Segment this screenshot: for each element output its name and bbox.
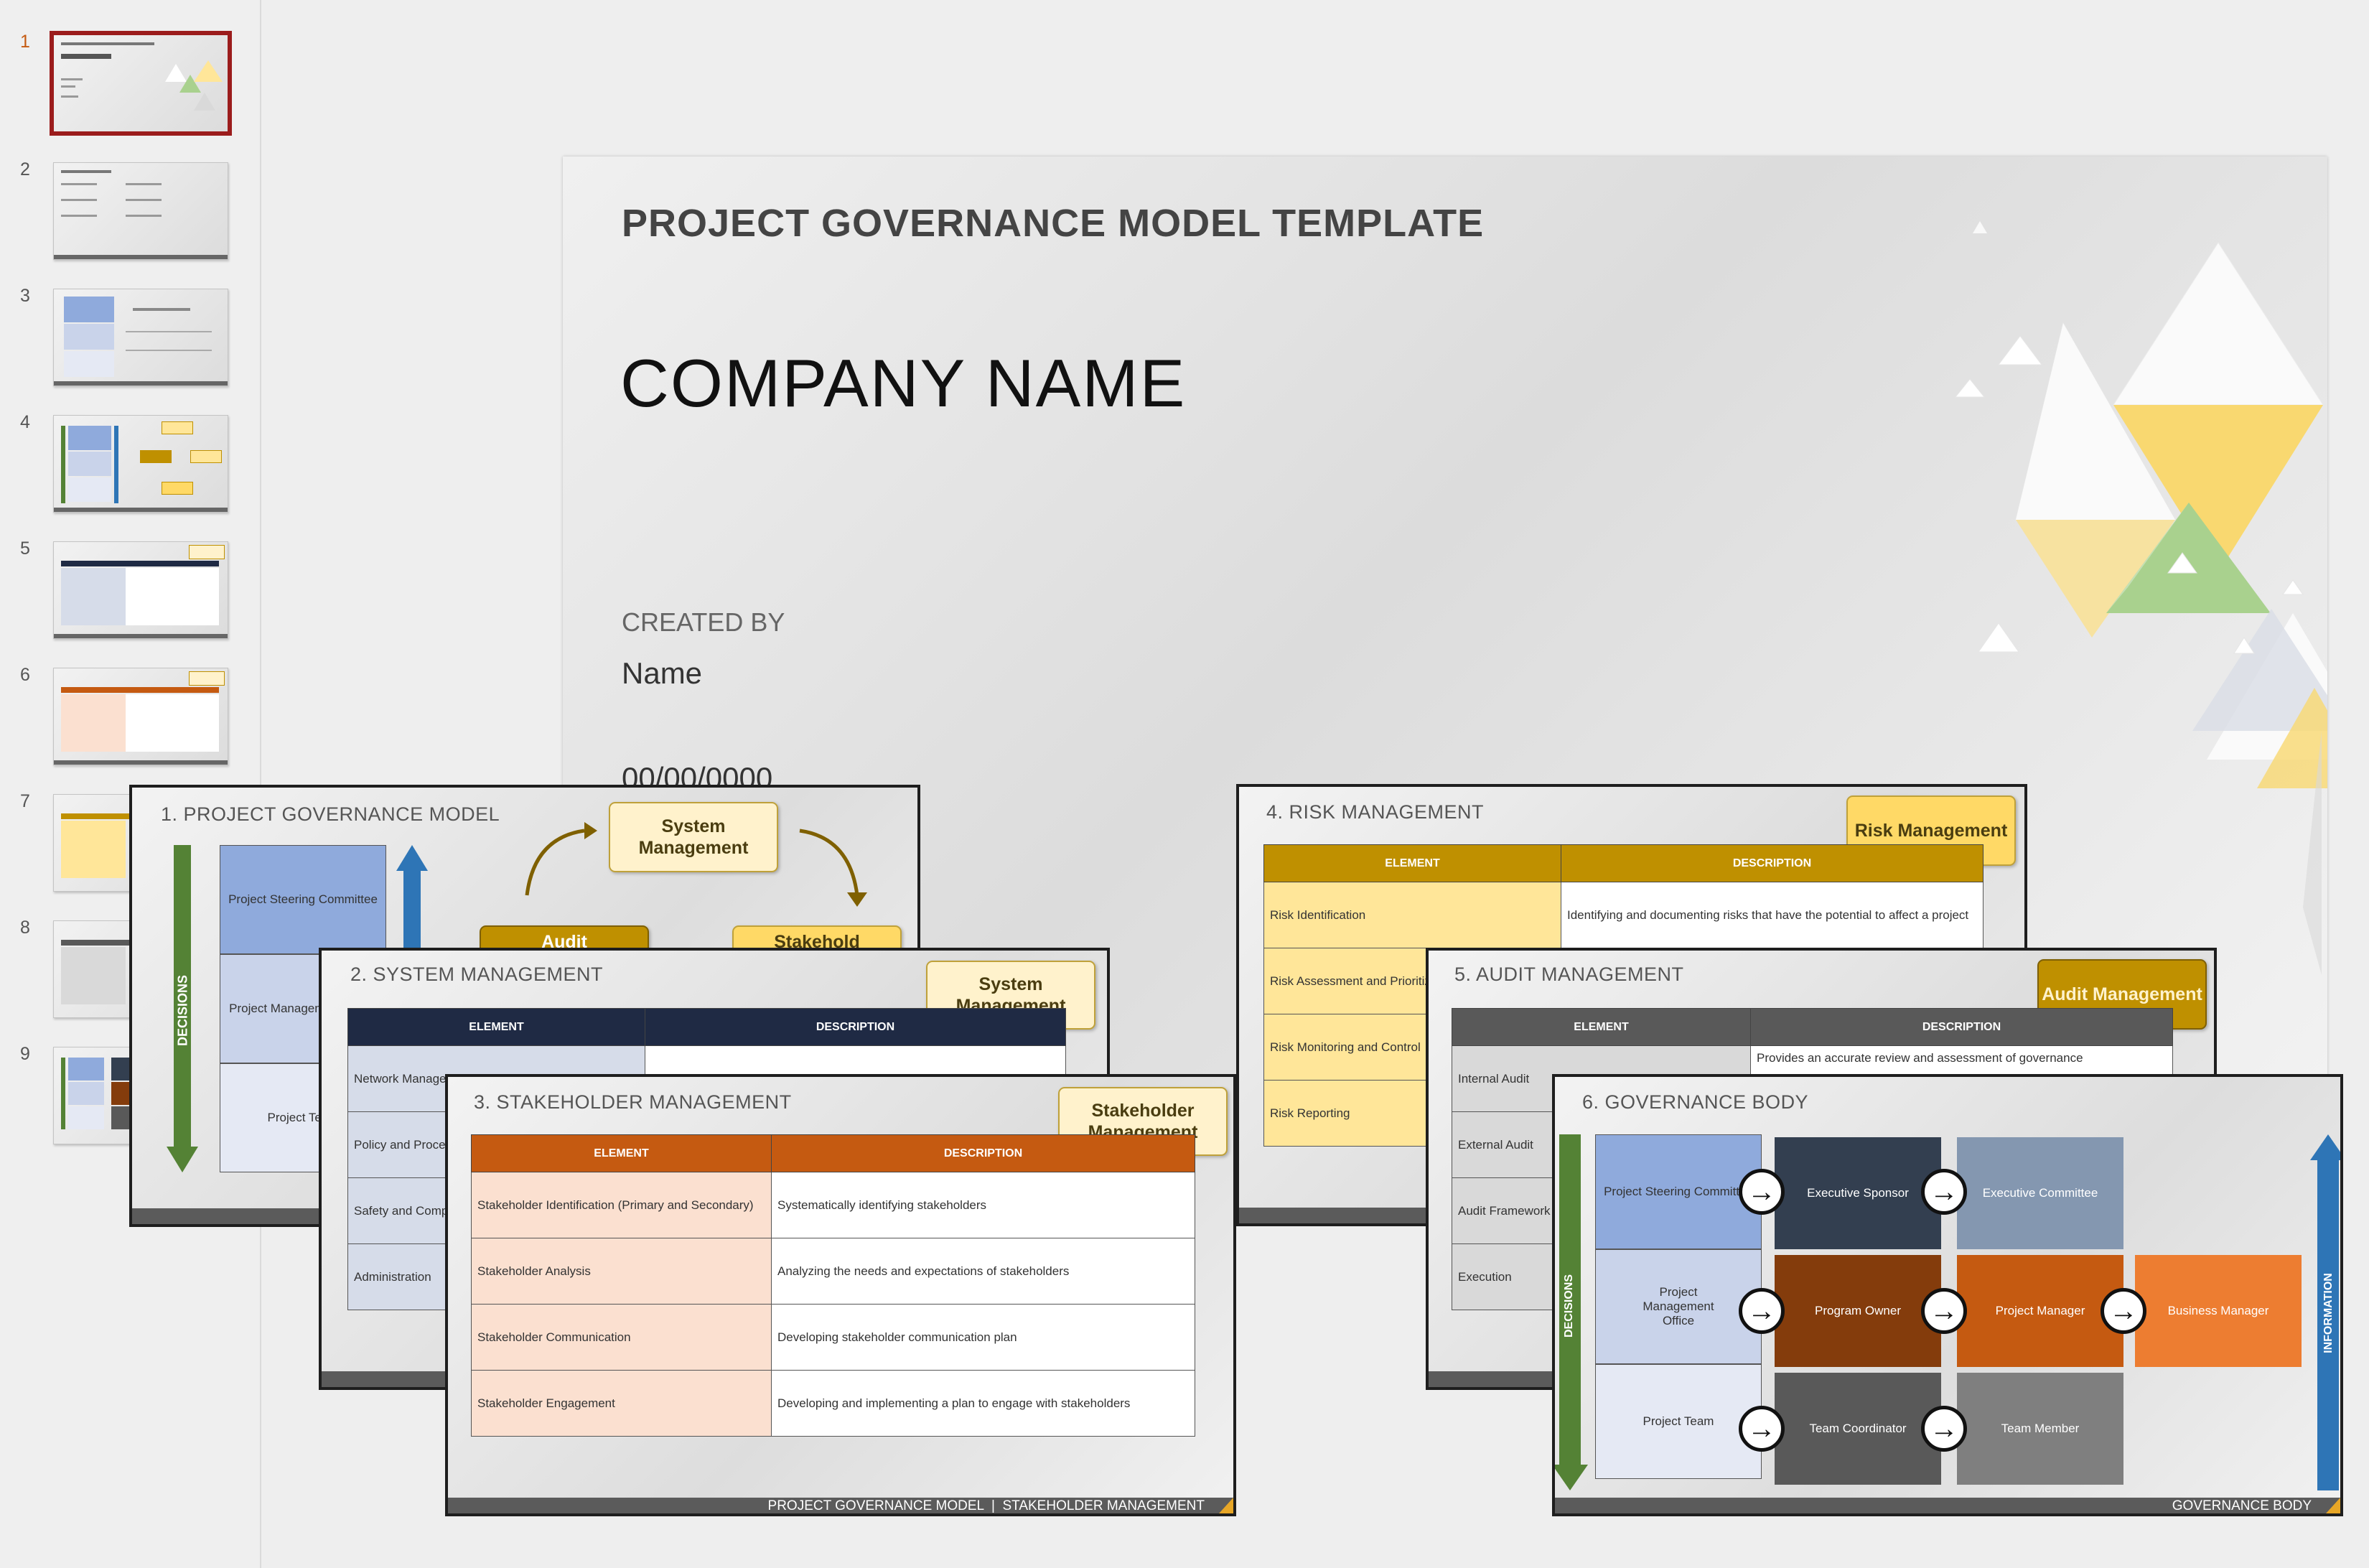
project-manager-box: Project Manager: [1957, 1255, 2123, 1367]
thumbnail-preview[interactable]: [53, 415, 228, 513]
slide-heading: 1. PROJECT GOVERNANCE MODEL: [161, 803, 500, 825]
thumbnail-number: 4: [20, 412, 30, 432]
slide-heading: 6. GOVERNANCE BODY: [1582, 1091, 1809, 1113]
column-header: ELEMENT: [471, 1134, 772, 1172]
team-member-box: Team Member: [1957, 1373, 2123, 1485]
thumbnail-number: 5: [20, 538, 30, 559]
preview-slide-stakeholder-management[interactable]: 3. STAKEHOLDER MANAGEMENT Stakeholder Ma…: [445, 1074, 1236, 1516]
thumbnail-number: 7: [20, 791, 30, 811]
author-name: Name: [622, 656, 703, 690]
thumbnail-preview[interactable]: [53, 541, 228, 639]
slide-footer-text: PROJECT GOVERNANCE MODEL | STAKEHOLDER M…: [767, 1498, 1205, 1513]
table-cell: Stakeholder Identification (Primary and …: [471, 1172, 772, 1238]
arrow-right-icon: →: [2101, 1288, 2146, 1334]
table-cell: Risk Identification: [1263, 882, 1561, 948]
table-cell: Developing and implementing a plan to en…: [771, 1370, 1195, 1437]
slide-thumbnail-pane[interactable]: 1 2 3 4 5 6 7 8 9: [0, 0, 261, 1568]
steering-committee-box: Project Steering Committee: [220, 845, 386, 954]
business-manager-box: Business Manager: [2135, 1255, 2302, 1367]
slide-heading: 4. RISK MANAGEMENT: [1266, 801, 1485, 823]
cycle-arrow-icon: [799, 829, 867, 907]
project-team-box: Project Team: [1595, 1364, 1762, 1479]
thumbnail-4[interactable]: 4: [0, 412, 244, 520]
steering-committee-box: Project Steering Committee: [1595, 1134, 1762, 1249]
thumbnail-6[interactable]: 6: [0, 665, 244, 773]
thumbnail-number: 2: [20, 159, 30, 179]
thumbnail-number: 1: [20, 32, 30, 52]
thumbnail-preview[interactable]: [50, 31, 232, 136]
thumbnail-preview[interactable]: [53, 162, 228, 260]
stakeholder-management-table: ELEMENT DESCRIPTION Stakeholder Identific…: [471, 1134, 1195, 1437]
thumbnail-5[interactable]: 5: [0, 538, 244, 646]
executive-committee-box: Executive Committee: [1957, 1137, 2123, 1249]
created-by-label: CREATED BY: [622, 607, 785, 637]
column-header: DESCRIPTION: [771, 1134, 1195, 1172]
column-header: ELEMENT: [347, 1008, 645, 1046]
table-cell: Developing stakeholder communication pla…: [771, 1304, 1195, 1371]
slide-heading: 2. SYSTEM MANAGEMENT: [350, 963, 604, 985]
decisions-label: DECISIONS: [175, 974, 190, 1047]
thumbnail-2[interactable]: 2: [0, 159, 244, 267]
table-cell: Systematically identifying stakeholders: [771, 1172, 1195, 1238]
program-owner-box: Program Owner: [1775, 1255, 1941, 1367]
table-cell: Stakeholder Analysis: [471, 1238, 772, 1305]
thumbnail-preview[interactable]: [53, 289, 228, 386]
preview-slide-governance-body[interactable]: 6. GOVERNANCE BODY DECISIONS Project Ste…: [1552, 1074, 2343, 1516]
arrow-right-icon: →: [1921, 1288, 1967, 1334]
team-coordinator-box: Team Coordinator: [1775, 1373, 1941, 1485]
column-header: DESCRIPTION: [645, 1008, 1066, 1046]
slide-footer-bar: PROJECT GOVERNANCE MODEL | STAKEHOLDER M…: [448, 1498, 1233, 1513]
arrow-right-icon: →: [1739, 1406, 1785, 1452]
company-name: COMPANY NAME: [620, 345, 1187, 421]
system-management-node: System Management: [609, 802, 778, 872]
thumbnail-3[interactable]: 3: [0, 286, 244, 393]
arrow-right-icon: →: [1921, 1169, 1967, 1215]
column-header: ELEMENT: [1263, 844, 1561, 882]
arrow-right-icon: →: [1921, 1406, 1967, 1452]
thumbnail-number: 3: [20, 286, 30, 306]
thumbnail-number: 8: [20, 918, 30, 938]
arrow-right-icon: →: [1739, 1288, 1785, 1334]
table-cell: Analyzing the needs and expectations of …: [771, 1238, 1195, 1305]
table-cell: Stakeholder Communication: [471, 1304, 772, 1371]
information-label: INFORMATION: [2322, 1273, 2335, 1353]
slide-heading: 3. STAKEHOLDER MANAGEMENT: [474, 1091, 792, 1113]
decisions-label: DECISIONS: [1563, 1274, 1575, 1338]
slide-footer-text: GOVERNANCE BODY: [2172, 1498, 2312, 1513]
slide-footer-bar: GOVERNANCE BODY: [1555, 1498, 2340, 1513]
arrow-right-icon: →: [1739, 1169, 1785, 1215]
executive-sponsor-box: Executive Sponsor: [1775, 1137, 1941, 1249]
thumbnail-1[interactable]: 1: [0, 31, 244, 139]
thumbnail-preview[interactable]: [53, 668, 228, 765]
thumbnail-number: 6: [20, 665, 30, 685]
column-header: DESCRIPTION: [1750, 1008, 2173, 1046]
thumbnail-number: 9: [20, 1044, 30, 1064]
pmo-box: Project Management Office: [1595, 1249, 1762, 1364]
slide-heading: 5. AUDIT MANAGEMENT: [1454, 963, 1684, 985]
slide-title: PROJECT GOVERNANCE MODEL TEMPLATE: [622, 202, 1485, 245]
column-header: DESCRIPTION: [1561, 844, 1983, 882]
table-cell: Identifying and documenting risks that h…: [1561, 882, 1983, 948]
table-cell: Stakeholder Engagement: [471, 1370, 772, 1437]
cycle-arrow-icon: [525, 822, 597, 896]
column-header: ELEMENT: [1452, 1008, 1751, 1046]
